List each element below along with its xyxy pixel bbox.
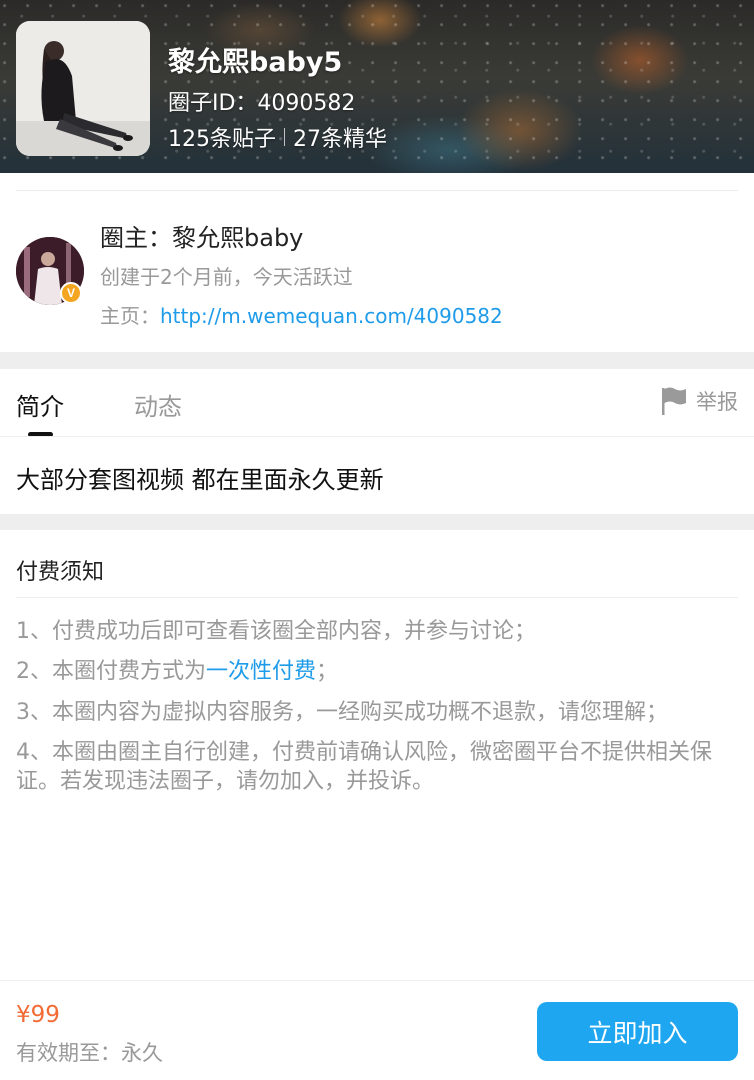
divider <box>16 597 738 598</box>
notice-item-suffix: ； <box>316 659 339 684</box>
circle-name: 黎允熙baby5 <box>168 47 343 78</box>
circle-id: 圈子ID：4090582 <box>168 91 356 116</box>
price: ¥99 <box>16 1002 60 1028</box>
payment-method-highlight: 一次性付费 <box>206 659 317 684</box>
circle-header-banner: 黎允熙baby5 圈子ID：4090582 125条贴子 27条精华 <box>0 0 754 173</box>
divider <box>0 436 754 437</box>
owner-homepage: 主页：http://m.wemequan.com/4090582 <box>100 300 503 329</box>
section-gap <box>0 352 754 369</box>
notice-item-prefix: 2、本圈付费方式为 <box>16 659 206 684</box>
section-gap <box>0 514 754 530</box>
notice-item: 4、本圈由圈主自行创建，付费前请确认风险，微密圈平台不提供相关保证。若发现违法圈… <box>16 740 712 794</box>
owner-created-info: 创建于2个月前，今天活跃过 <box>100 265 353 289</box>
verified-badge-icon: V <box>60 282 82 304</box>
notice-item: 2、本圈付费方式为一次性付费； <box>16 657 738 686</box>
homepage-link[interactable]: http://m.wemequan.com/4090582 <box>160 304 503 328</box>
circle-intro-text: 大部分套图视频 都在里面永久更新 <box>16 466 384 494</box>
circle-cover-image[interactable] <box>16 21 150 156</box>
stats-divider <box>284 128 285 146</box>
essence-count: 27条精华 <box>293 127 387 152</box>
notice-title: 付费须知 <box>16 560 105 585</box>
cover-photo-illustration <box>16 21 150 156</box>
posts-count: 125条贴子 <box>168 127 276 152</box>
owner-avatar[interactable]: V <box>16 237 84 305</box>
report-label: 举报 <box>696 390 738 414</box>
tab-activity[interactable]: 动态 <box>134 387 182 422</box>
join-button[interactable]: 立即加入 <box>537 1002 738 1061</box>
notice-item: 1、付费成功后即可查看该圈全部内容，并参与讨论； <box>16 619 536 644</box>
notice-item: 3、本圈内容为虚拟内容服务，一经购买成功概不退款，请您理解； <box>16 700 668 725</box>
divider <box>16 190 738 191</box>
validity-period: 有效期至：永久 <box>16 1041 163 1065</box>
tab-intro[interactable]: 简介 <box>16 387 64 422</box>
report-button[interactable]: 举报 <box>660 386 738 416</box>
homepage-label: 主页： <box>100 304 160 328</box>
flag-icon <box>662 387 686 415</box>
divider <box>0 980 754 981</box>
circle-stats: 125条贴子 27条精华 <box>168 121 387 153</box>
owner-name: 圈主：黎允熙baby <box>100 224 304 252</box>
